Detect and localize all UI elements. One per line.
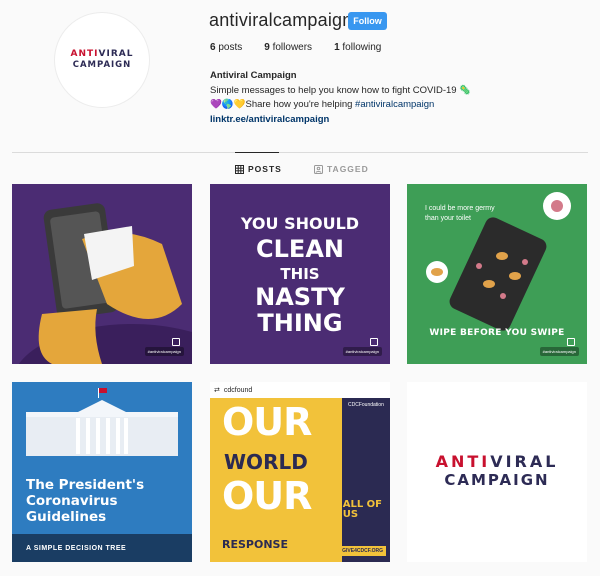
brand-badge-icon	[172, 338, 180, 346]
wipe-cta: WIPE BEFORE YOU SWIPE	[429, 328, 565, 338]
all-of-us-mark: ALL OF US	[342, 499, 382, 520]
post-hashtag-caption: #antiviralcampaign	[144, 347, 184, 356]
profile-bio: Antiviral Campaign Simple messages to he…	[210, 69, 530, 127]
profile-stats: 6 posts 9 followers 1 following	[210, 42, 403, 53]
profile-avatar[interactable]: ANTIVIRAL CAMPAIGN	[54, 12, 150, 108]
post-tile-our-world-our-response[interactable]: ⇄ cdcfound CDCFoundation OUR WORLD OUR R…	[210, 382, 390, 562]
profile-username: antiviralcampaign	[209, 10, 353, 30]
avatar-logo-line-2: CAMPAIGN	[72, 60, 132, 71]
tagged-user-icon	[314, 164, 323, 174]
tabs-divider	[12, 152, 588, 153]
brand-badge-icon	[370, 338, 378, 346]
following-count-stat[interactable]: 1 following	[334, 42, 381, 53]
repost-header: ⇄ cdcfound	[210, 382, 390, 398]
tab-posts[interactable]: POSTS	[235, 164, 282, 174]
president-guidelines-title: The President's Coronavirus Guidelines	[26, 477, 145, 525]
repost-icon: ⇄	[214, 387, 220, 394]
tab-tagged[interactable]: TAGGED	[314, 164, 369, 174]
followers-count-stat[interactable]: 9 followers	[264, 42, 312, 53]
active-tab-indicator	[235, 152, 279, 153]
post-hashtag-caption: #antiviralcampaign	[342, 347, 382, 356]
white-house-illustration	[26, 388, 178, 456]
cdc-foundation-logo: CDCFoundation	[348, 402, 384, 408]
post-tile-clean-this[interactable]: YOU SHOULD CLEAN THIS NASTY THING #antiv…	[210, 184, 390, 364]
profile-display-name: Antiviral Campaign	[210, 70, 297, 81]
post-tile-germy-phone[interactable]: I could be more germy than your toilet W…	[407, 184, 587, 364]
response-word: RESPONSE	[222, 538, 288, 551]
grid-icon	[235, 164, 244, 174]
give-url: GIVE4CDCF.ORG	[339, 546, 386, 556]
clean-message: YOU SHOULD CLEAN THIS NASTY THING	[240, 214, 360, 337]
post-tile-logo[interactable]: ANTIVIRAL CAMPAIGN	[407, 382, 587, 562]
bio-external-link[interactable]: linktr.ee/antiviralcampaign	[210, 113, 530, 128]
posts-count-stat[interactable]: 6 posts	[210, 42, 242, 53]
world-word: WORLD	[224, 450, 308, 474]
dark-side-strip	[342, 398, 390, 562]
hand-wiping-phone-illustration	[18, 203, 192, 364]
our-word-1: OUR	[222, 400, 312, 444]
post-hashtag-caption: #antiviralcampaign	[539, 347, 579, 356]
bio-hashtag-link[interactable]: #antiviralcampaign	[355, 99, 434, 110]
bio-line-2: 💜🌎💛Share how you're helping #antiviralca…	[210, 99, 435, 110]
bio-line-1: Simple messages to help you know how to …	[210, 84, 472, 96]
decision-tree-bar: A SIMPLE DECISION TREE	[12, 534, 192, 562]
post-tile-wipe-phone[interactable]: #antiviralcampaign	[12, 184, 192, 364]
antiviral-campaign-logo: ANTIVIRAL CAMPAIGN	[435, 452, 559, 489]
brand-badge-icon	[567, 338, 575, 346]
avatar-logo-line-1: ANTIVIRAL	[70, 49, 134, 60]
follow-button[interactable]: Follow	[348, 12, 387, 30]
post-tile-president-guidelines[interactable]: The President's Coronavirus Guidelines A…	[12, 382, 192, 562]
our-word-2: OUR	[222, 474, 312, 518]
